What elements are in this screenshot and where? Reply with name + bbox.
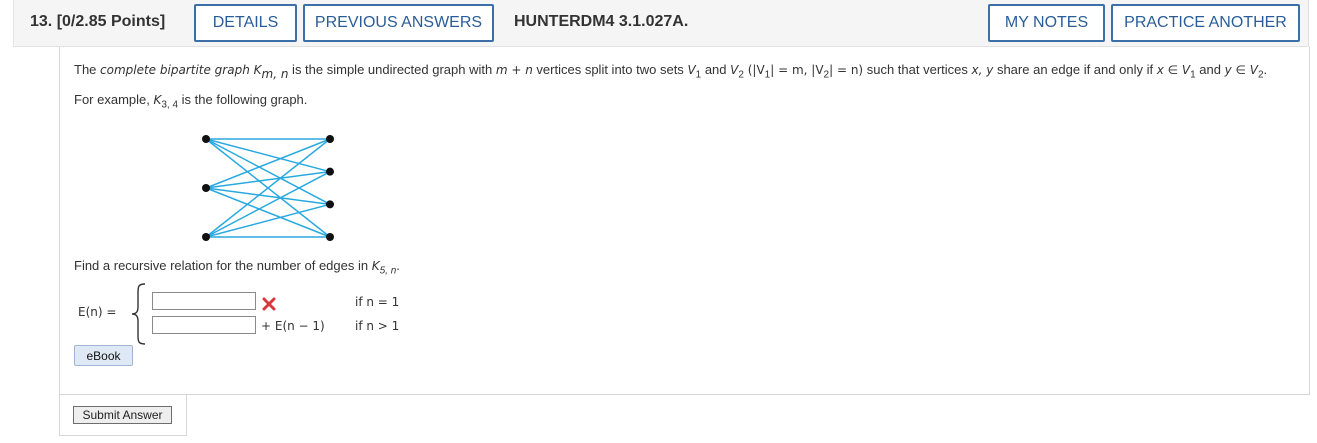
graph-edge-3-2 [205, 171, 331, 238]
recursive-term-input[interactable] [152, 316, 256, 334]
graph-edge-2-2 [205, 170, 331, 189]
graph-vertex-right-2 [326, 167, 334, 176]
submit-answer-button[interactable]: Submit Answer [73, 406, 172, 424]
graph-edge-1-3 [205, 138, 331, 205]
graph-vertex-left-2 [202, 184, 210, 192]
question-number: 13. [0/2.85 Points] [30, 13, 166, 30]
practice-another-button[interactable]: PRACTICE ANOTHER [1111, 4, 1300, 42]
details-button[interactable]: DETAILS [194, 4, 297, 42]
ebook-button[interactable]: eBook [74, 345, 133, 366]
question-content: The complete bipartite graph Km, n is th… [59, 47, 1310, 395]
graph-edge-1-2 [205, 138, 331, 173]
left-brace-icon [131, 283, 146, 345]
graph-vertex-right-1 [326, 135, 334, 143]
my-notes-button[interactable]: MY NOTES [988, 4, 1105, 42]
graph-vertex-right-3 [326, 200, 334, 209]
graph-vertex-left-3 [202, 233, 210, 241]
assignment-code: HUNTERDM4 3.1.027A. [514, 13, 689, 30]
base-case-input[interactable] [152, 292, 256, 310]
bipartite-graph-k34 [202, 135, 334, 241]
graph-vertex-left-1 [202, 135, 210, 143]
question-page: 13. [0/2.85 Points] DETAILS PREVIOUS ANS… [0, 0, 1317, 443]
previous-answers-button[interactable]: PREVIOUS ANSWERS [303, 4, 494, 42]
recursive-term-label: + E(n − 1) [261, 319, 325, 333]
submit-area: Submit Answer [59, 395, 187, 436]
graph-vertex-right-4 [326, 233, 334, 241]
find-relation-text: Find a recursive relation for the number… [74, 258, 400, 277]
en-label: E(n) = [78, 305, 117, 319]
question-prompt: The complete bipartite graph Km, n is th… [74, 62, 1268, 111]
graph-edge-2-3 [205, 187, 331, 206]
graph-edge-3-3 [205, 203, 331, 238]
condition-base: if n = 1 [355, 295, 400, 309]
question-header: 13. [0/2.85 Points] DETAILS PREVIOUS ANS… [13, 0, 1309, 47]
incorrect-x-icon [262, 297, 276, 311]
condition-recursive: if n > 1 [355, 319, 400, 333]
